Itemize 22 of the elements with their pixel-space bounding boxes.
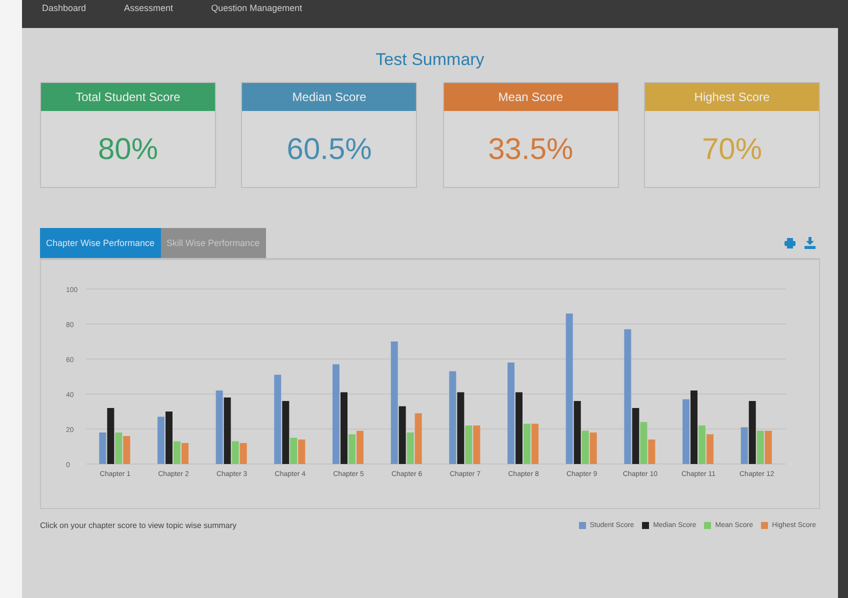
download-icon[interactable] bbox=[804, 237, 816, 249]
bar[interactable] bbox=[224, 398, 231, 464]
bar[interactable] bbox=[574, 401, 581, 464]
score-value: 60.5% bbox=[286, 133, 373, 167]
bar[interactable] bbox=[748, 401, 756, 464]
hint-text: Click on your chapter score to view topic wise summary bbox=[40, 521, 237, 530]
bar[interactable] bbox=[282, 401, 290, 464]
card-header: Highest Score bbox=[644, 83, 819, 111]
bar[interactable] bbox=[107, 408, 114, 464]
nav-link[interactable]: Dashboard bbox=[42, 3, 86, 13]
nav-link[interactable]: Assessment bbox=[124, 3, 174, 13]
bar[interactable] bbox=[457, 392, 464, 464]
page-title: Test Summary bbox=[374, 50, 486, 70]
score-value: 80% bbox=[96, 133, 160, 167]
bar[interactable] bbox=[632, 408, 640, 464]
bar[interactable] bbox=[398, 406, 406, 464]
card-header: Total Student Score bbox=[41, 83, 215, 111]
card-header: Median Score bbox=[242, 83, 416, 111]
card-header: Mean Score bbox=[444, 83, 618, 111]
nav-link[interactable]: Question Management bbox=[211, 3, 302, 13]
score-value: 33.5% bbox=[487, 133, 574, 167]
score-value: 70% bbox=[700, 133, 763, 167]
